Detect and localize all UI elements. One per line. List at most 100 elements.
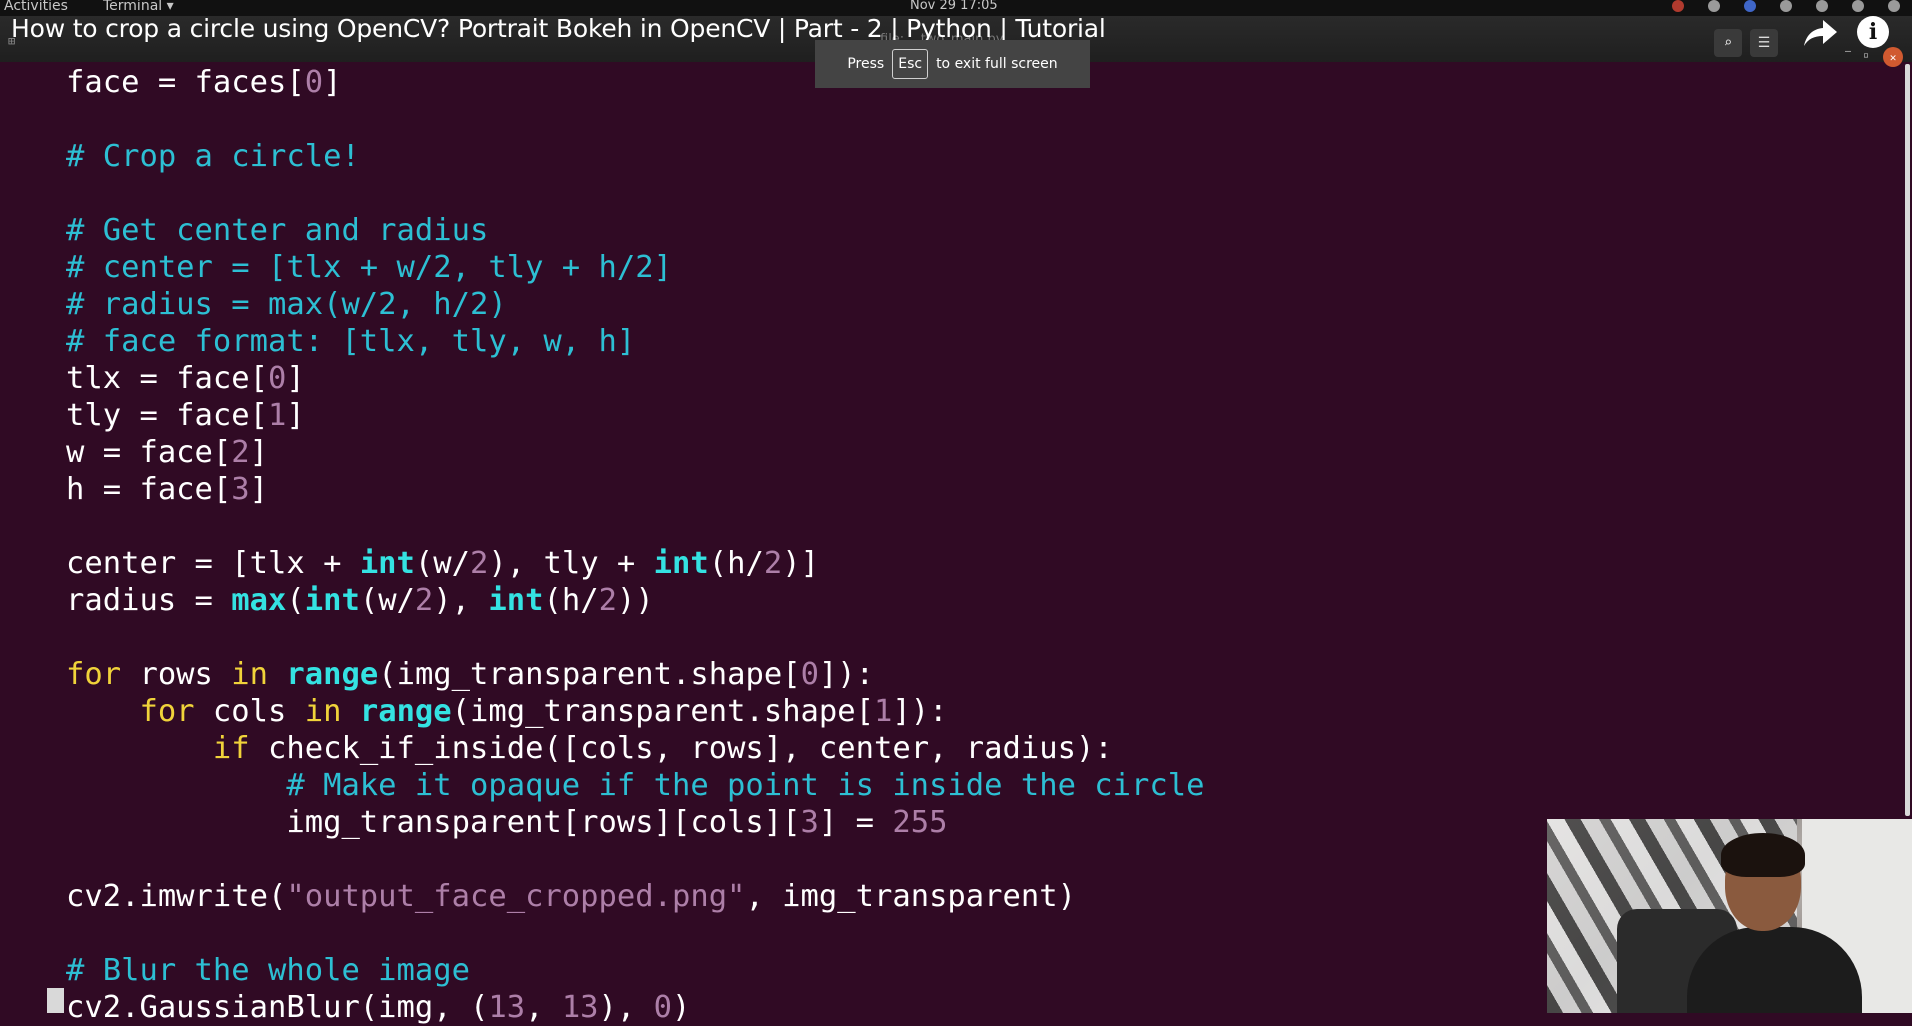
code-line[interactable]: if check_if_inside([cols, rows], center,… — [66, 730, 1205, 767]
code-line[interactable]: # Make it opaque if the point is inside … — [66, 767, 1204, 804]
code-token: rows — [121, 657, 232, 692]
code-line[interactable] — [66, 101, 1205, 138]
code-token: int — [359, 546, 415, 581]
code-line[interactable]: # Crop a circle! — [66, 138, 1205, 175]
code-token: int — [653, 546, 709, 581]
info-icon[interactable]: i — [1857, 16, 1889, 48]
code-line[interactable]: radius = max(int(w/2), int(h/2)) — [66, 582, 1205, 619]
code-token: # Crop a circle! — [66, 139, 360, 174]
code-token: (w/ — [359, 583, 415, 618]
code-line[interactable]: h = face[3] — [66, 471, 1205, 508]
code-line[interactable]: for cols in range(img_transparent.shape[… — [66, 693, 1205, 730]
code-token: h = face[ — [66, 472, 232, 507]
code-token: # radius = max(w/2, h/2) — [66, 287, 507, 322]
code-line[interactable]: # face format: [tlx, tly, w, h] — [66, 323, 1205, 360]
minimize-icon[interactable]: – — [1845, 46, 1857, 58]
volume-icon[interactable] — [1816, 0, 1828, 12]
code-token: (h/ — [708, 546, 764, 581]
code-token: (img_transparent.shape[ — [378, 657, 801, 692]
code-token: # Get center and radius — [66, 213, 489, 248]
code-token: "output_face_cropped.png" — [286, 879, 746, 914]
code-token: cols — [194, 694, 305, 729]
maximize-icon[interactable]: ▫ — [1863, 50, 1875, 62]
power-icon[interactable] — [1888, 0, 1900, 12]
code-token: int — [304, 583, 360, 618]
app-indicator-icon[interactable] — [1744, 0, 1756, 12]
code-token: # face format: [tlx, tly, w, h] — [66, 324, 636, 359]
code-line[interactable]: cv2.GaussianBlur(img, (13, 13), 0) — [66, 989, 1205, 1026]
close-icon[interactable]: ✕ — [1883, 47, 1903, 67]
code-line[interactable]: cv2.imwrite("output_face_cropped.png", i… — [66, 878, 1205, 915]
code-token: )) — [616, 583, 654, 618]
code-line[interactable]: # center = [tlx + w/2, tly + h/2] — [66, 249, 1205, 286]
code-token: 1 — [874, 694, 893, 729]
code-line[interactable]: # Get center and radius — [66, 212, 1205, 249]
code-token: w = face[ — [66, 435, 232, 470]
code-token: ] — [249, 435, 269, 470]
code-token: in — [304, 694, 342, 729]
activities-button[interactable]: Activities — [4, 0, 68, 14]
code-token: , img_transparent) — [745, 879, 1076, 914]
code-editor-area[interactable]: face = faces[0] # Crop a circle! # Get cen… — [66, 64, 1205, 1026]
wifi-icon[interactable] — [1780, 0, 1792, 12]
code-line[interactable] — [66, 841, 1205, 878]
code-line[interactable] — [66, 915, 1205, 952]
code-token: ] — [286, 398, 305, 433]
hamburger-menu-icon[interactable]: ☰ — [1750, 29, 1778, 57]
code-token: ( — [286, 583, 305, 618]
code-line[interactable] — [66, 175, 1205, 212]
code-token: 2 — [231, 435, 250, 470]
code-line[interactable]: face = faces[0] — [66, 64, 1205, 101]
code-line[interactable]: # Blur the whole image — [66, 952, 1205, 989]
code-line[interactable]: img_transparent[rows][cols][3] = 255 — [66, 804, 1205, 841]
share-arrow-icon[interactable] — [1803, 18, 1839, 48]
code-line[interactable]: w = face[2] — [66, 434, 1205, 471]
code-token: 3 — [800, 805, 819, 840]
code-token: ] — [323, 65, 342, 100]
code-token: range — [286, 657, 379, 692]
code-line[interactable] — [66, 508, 1205, 545]
code-token: radius = — [66, 583, 232, 618]
discord-icon[interactable] — [1708, 0, 1720, 12]
presenter-hair — [1721, 833, 1805, 877]
code-token: tly = face[ — [66, 398, 268, 433]
video-title: How to crop a circle using OpenCV? Portr… — [11, 14, 1106, 43]
code-token: face = faces[ — [66, 65, 305, 100]
code-token: ] — [249, 472, 269, 507]
search-icon[interactable]: ⌕ — [1714, 29, 1742, 57]
code-token: 2 — [763, 546, 783, 581]
code-line[interactable]: # radius = max(w/2, h/2) — [66, 286, 1205, 323]
microphone-icon[interactable] — [1852, 0, 1864, 12]
code-token: 2 — [470, 546, 489, 581]
code-token: check_if_inside([cols, rows], center, ra… — [249, 731, 1113, 766]
code-token: ] = — [818, 805, 893, 840]
code-token: # Blur the whole image — [66, 953, 470, 988]
code-token: range — [359, 694, 452, 729]
code-token: 0 — [800, 657, 819, 692]
code-token: 0 — [268, 361, 287, 396]
record-indicator-icon[interactable] — [1672, 0, 1684, 12]
code-line[interactable]: center = [tlx + int(w/2), tly + int(h/2)… — [66, 545, 1205, 582]
code-token: 1 — [268, 398, 287, 433]
code-token: 0 — [304, 65, 324, 100]
code-token: ]): — [818, 657, 875, 692]
code-token: ]): — [892, 694, 948, 729]
code-line[interactable] — [66, 619, 1205, 656]
code-line[interactable]: tly = face[1] — [66, 397, 1205, 434]
code-token: (h/ — [543, 583, 599, 618]
webcam-overlay — [1547, 819, 1912, 1013]
app-menu-terminal[interactable]: Terminal ▾ — [103, 0, 174, 14]
code-token: for — [139, 694, 195, 729]
system-clock[interactable]: Nov 29 17:05 — [910, 0, 998, 13]
code-line[interactable]: tlx = face[0] — [66, 360, 1205, 397]
text-cursor — [47, 988, 64, 1013]
code-token: (img_transparent.shape[ — [451, 694, 875, 729]
scrollbar[interactable] — [1905, 64, 1910, 816]
code-token: 255 — [892, 805, 948, 840]
code-line[interactable]: for rows in range(img_transparent.shape[… — [66, 656, 1205, 693]
code-token: 2 — [414, 583, 434, 618]
